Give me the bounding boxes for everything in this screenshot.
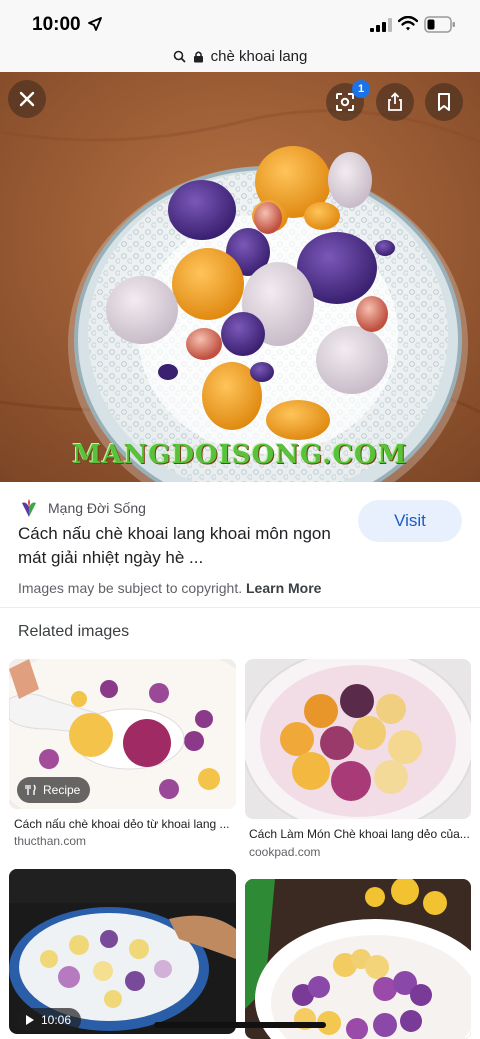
related-thumbnail[interactable] <box>245 659 471 819</box>
lens-icon <box>336 93 354 111</box>
related-thumbnail[interactable]: Recipe <box>9 659 236 809</box>
copyright-notice: Images may be subject to copyright. Lear… <box>18 580 321 596</box>
share-icon <box>388 92 402 111</box>
share-button[interactable] <box>376 83 414 121</box>
related-domain: cookpad.com <box>249 845 321 859</box>
related-thumbnail[interactable] <box>245 879 471 1039</box>
signal-icon <box>370 18 392 32</box>
home-indicator[interactable] <box>154 1022 326 1028</box>
recipe-badge-label: Recipe <box>43 783 81 797</box>
status-time: 10:00 <box>32 14 81 35</box>
play-icon <box>26 1015 34 1025</box>
result-title[interactable]: Cách nấu chè khoai lang khoai môn ngon m… <box>18 522 338 570</box>
related-thumbnail[interactable]: 10:06 <box>9 869 236 1034</box>
bookmark-icon <box>438 93 450 111</box>
hero-image[interactable]: 1 MANGDOISONG.COM <box>0 72 480 482</box>
visit-button[interactable]: Visit <box>358 500 462 542</box>
divider <box>0 607 480 608</box>
copyright-text: Images may be subject to copyright. <box>18 580 243 596</box>
related-images-heading: Related images <box>18 623 130 640</box>
lens-badge: 1 <box>352 80 370 98</box>
related-title: Cách nấu chè khoai dẻo từ khoai lang ... <box>14 817 230 831</box>
video-duration: 10:06 <box>41 1013 72 1027</box>
navigation-arrow-icon <box>88 17 102 31</box>
search-icon <box>173 50 186 63</box>
utensils-icon <box>25 784 36 795</box>
dessert-bowl-image <box>0 72 480 482</box>
video-duration-badge: 10:06 <box>17 1008 82 1032</box>
close-button[interactable] <box>8 80 46 118</box>
dessert-thumbnail-image <box>245 879 471 1039</box>
lock-icon <box>193 51 203 62</box>
battery-icon <box>424 16 455 33</box>
url-query: chè khoai lang <box>210 47 308 65</box>
dessert-thumbnail-image <box>245 659 471 819</box>
recipe-badge: Recipe <box>17 777 91 803</box>
source-logo-icon <box>22 499 36 517</box>
source-name: Mạng Đời Sống <box>48 500 146 516</box>
watermark: MANGDOISONG.COM <box>72 440 408 470</box>
close-icon <box>19 91 35 107</box>
related-domain: thucthan.com <box>14 834 87 848</box>
source-row[interactable]: Mạng Đời Sống <box>18 497 146 519</box>
bookmark-button[interactable] <box>425 83 463 121</box>
url-bar[interactable]: chè khoai lang <box>0 40 480 72</box>
learn-more-link[interactable]: Learn More <box>246 580 321 596</box>
wifi-icon <box>398 16 418 31</box>
related-title: Cách Làm Món Chè khoai lang dẻo của... <box>249 827 470 841</box>
